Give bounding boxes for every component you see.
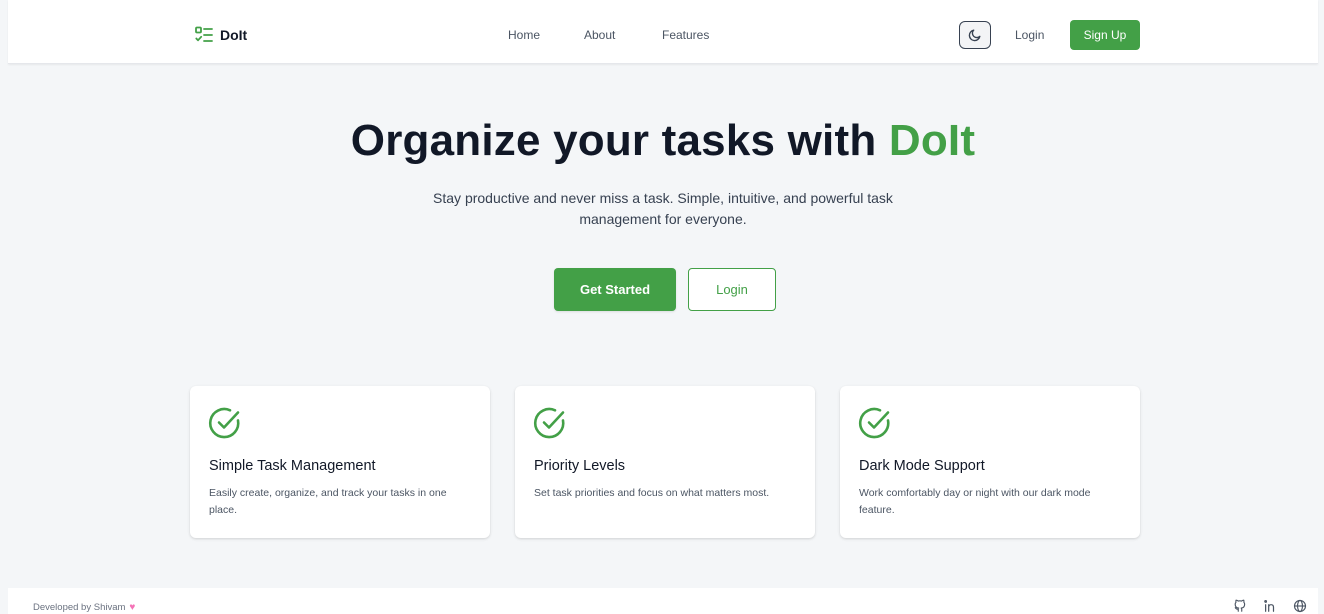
feature-description: Work comfortably day or night with our d… — [859, 487, 1091, 516]
feature-description: Set task priorities and focus on what ma… — [534, 487, 770, 499]
check-circle-icon — [532, 405, 568, 441]
check-circle-icon — [857, 405, 893, 441]
hero-title-brand: DoIt — [888, 116, 976, 165]
footer: Developed by Shivam ♥ — [8, 588, 1318, 614]
footer-credit-text: Developed by Shivam — [33, 602, 126, 613]
linkedin-icon[interactable] — [1262, 598, 1278, 614]
feature-description: Easily create, organize, and track your … — [209, 487, 447, 516]
footer-credit: Developed by Shivam ♥ — [33, 602, 135, 613]
hero-title: Organize your tasks with DoIt — [8, 116, 1318, 166]
theme-toggle-button[interactable] — [959, 21, 991, 49]
page: DoIt Home About Features Login Sign Up O… — [8, 0, 1318, 614]
feature-card-dark-mode: Dark Mode Support Work comfortably day o… — [840, 386, 1140, 538]
hero-title-text: Organize your tasks with — [350, 116, 877, 165]
feature-card-task-management: Simple Task Management Easily create, or… — [190, 386, 490, 538]
feature-title: Dark Mode Support — [859, 458, 985, 474]
footer-social-links — [1232, 598, 1308, 614]
heart-icon: ♥ — [129, 602, 136, 613]
hero-login-button[interactable]: Login — [688, 268, 776, 311]
feature-card-priority-levels: Priority Levels Set task priorities and … — [515, 386, 815, 538]
nav-about[interactable]: About — [584, 28, 615, 42]
moon-icon — [968, 28, 982, 42]
feature-title: Simple Task Management — [209, 458, 376, 474]
check-circle-icon — [207, 405, 243, 441]
globe-icon[interactable] — [1292, 598, 1308, 614]
feature-title: Priority Levels — [534, 458, 626, 474]
nav-features[interactable]: Features — [662, 28, 709, 42]
hero-subtitle: Stay productive and never miss a task. S… — [433, 190, 893, 227]
header-login-link[interactable]: Login — [1015, 28, 1044, 42]
top-navbar: DoIt Home About Features Login Sign Up — [8, 0, 1318, 64]
get-started-button[interactable]: Get Started — [554, 268, 676, 311]
github-icon[interactable] — [1232, 598, 1248, 614]
signup-button[interactable]: Sign Up — [1070, 20, 1140, 50]
nav-home[interactable]: Home — [508, 28, 540, 42]
